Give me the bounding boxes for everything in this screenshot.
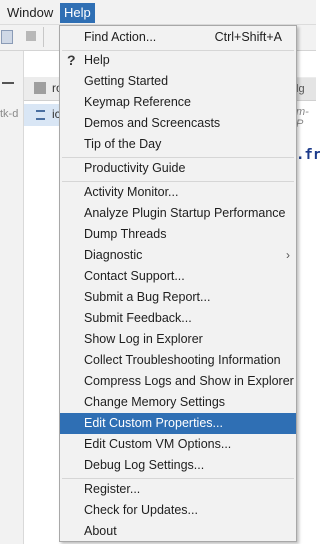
menu-item-label: Check for Updates... — [84, 503, 198, 517]
file-icon — [36, 110, 45, 120]
menu-item-label: Edit Custom VM Options... — [84, 437, 232, 451]
menu-item-label: Edit Custom Properties... — [84, 416, 223, 430]
menu-item-keymap-reference[interactable]: Keymap Reference — [60, 92, 296, 113]
menu-item-activity-monitor[interactable]: Activity Monitor... — [60, 182, 296, 203]
menu-item-label: Compress Logs and Show in Explorer — [84, 374, 294, 388]
menu-item-label: Getting Started — [84, 74, 169, 88]
menu-item-label: Productivity Guide — [84, 161, 186, 175]
menu-item-check-for-updates[interactable]: Check for Updates... — [60, 500, 296, 521]
menu-item-help[interactable]: ? Help — [60, 50, 296, 71]
menu-item-label: Submit Feedback... — [84, 311, 192, 325]
menu-window[interactable]: Window — [3, 3, 57, 23]
menu-item-find-action[interactable]: Find Action... Ctrl+Shift+A — [60, 27, 296, 48]
menu-item-label: About — [84, 524, 117, 538]
menu-item-edit-custom-properties[interactable]: Edit Custom Properties... — [60, 413, 296, 434]
menu-item-debug-log-settings[interactable]: Debug Log Settings... — [60, 455, 296, 476]
menu-item-label: Demos and Screencasts — [84, 116, 221, 130]
menu-item-label: Activity Monitor... — [84, 185, 179, 199]
menu-item-label: Keymap Reference — [84, 95, 192, 109]
menu-item-about[interactable]: About — [60, 521, 296, 542]
menu-item-label: Diagnostic — [84, 248, 143, 262]
collapse-icon[interactable] — [2, 82, 14, 84]
menu-help[interactable]: Help — [60, 3, 95, 23]
help-menu: Find Action... Ctrl+Shift+A ? Help Getti… — [59, 25, 297, 542]
menu-item-label: Collect Troubleshooting Information — [84, 353, 281, 367]
menu-item-label: Tip of the Day — [84, 137, 162, 151]
menu-item-label: Debug Log Settings... — [84, 458, 205, 472]
project-icon[interactable] — [1, 30, 13, 44]
menu-item-tip-of-the-day[interactable]: Tip of the Day — [60, 134, 296, 155]
menu-item-label: Show Log in Explorer — [84, 332, 203, 346]
menu-item-label: Submit a Bug Report... — [84, 290, 211, 304]
stop-icon[interactable] — [26, 31, 36, 41]
menu-item-change-memory-settings[interactable]: Change Memory Settings — [60, 392, 296, 413]
menu-item-label: Find Action... — [84, 30, 157, 44]
menu-item-demos[interactable]: Demos and Screencasts — [60, 113, 296, 134]
editor-comment-text: m-P — [296, 106, 309, 130]
menu-item-submit-bug-report[interactable]: Submit a Bug Report... — [60, 287, 296, 308]
menu-item-label: Dump Threads — [84, 227, 167, 241]
menu-item-label: Analyze Plugin Startup Performance — [84, 206, 286, 220]
menu-item-diagnostic[interactable]: Diagnostic › — [60, 245, 296, 266]
menu-item-getting-started[interactable]: Getting Started — [60, 71, 296, 92]
menu-item-productivity-guide[interactable]: Productivity Guide — [60, 158, 296, 179]
menu-item-submit-feedback[interactable]: Submit Feedback... — [60, 308, 296, 329]
menu-item-register[interactable]: Register... — [60, 479, 296, 500]
submenu-arrow-icon: › — [286, 248, 290, 262]
menu-item-compress-logs[interactable]: Compress Logs and Show in Explorer — [60, 371, 296, 392]
menu-item-contact-support[interactable]: Contact Support... — [60, 266, 296, 287]
project-tree-text: tk-d — [0, 108, 19, 120]
menu-item-show-log[interactable]: Show Log in Explorer — [60, 329, 296, 350]
editor-code-text: .fr — [296, 147, 320, 163]
menu-item-shortcut: Ctrl+Shift+A — [214, 30, 282, 44]
menu-item-analyze-plugin-startup[interactable]: Analyze Plugin Startup Performance — [60, 203, 296, 224]
toolbar-divider — [43, 27, 44, 47]
menu-item-label: Register... — [84, 482, 141, 496]
menu-item-label: Help — [84, 53, 110, 67]
main-menu-bar: Window Help — [0, 0, 316, 25]
project-panel — [0, 51, 24, 544]
menu-item-collect-troubleshooting[interactable]: Collect Troubleshooting Information — [60, 350, 296, 371]
menu-item-label: Change Memory Settings — [84, 395, 226, 409]
editor-tab-label: lg — [296, 83, 305, 95]
menu-item-label: Contact Support... — [84, 269, 185, 283]
question-mark-icon: ? — [67, 52, 76, 68]
menu-item-edit-custom-vm-options[interactable]: Edit Custom VM Options... — [60, 434, 296, 455]
folder-icon — [34, 82, 46, 94]
menu-item-dump-threads[interactable]: Dump Threads — [60, 224, 296, 245]
